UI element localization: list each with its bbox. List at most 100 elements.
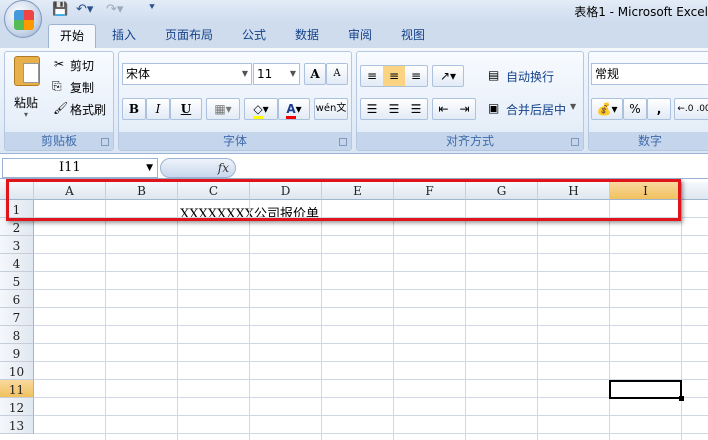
chevron-down-icon[interactable]: ▼ (146, 159, 153, 177)
increase-indent-icon[interactable]: ⇥ (454, 99, 475, 119)
align-left-icon[interactable]: ☰ (361, 99, 383, 119)
merge-center-icon: ▣ (488, 101, 500, 115)
gridline (177, 200, 178, 440)
tab-insert[interactable]: 插入 (112, 26, 136, 43)
font-name-value: 宋体 (126, 67, 151, 81)
selected-cell[interactable] (609, 380, 682, 399)
shrink-font-button[interactable]: A (326, 63, 348, 85)
row-header-7[interactable]: 7 (0, 308, 34, 326)
gridline (34, 253, 708, 254)
number-format-combo[interactable]: 常规 (591, 63, 708, 85)
align-bottom-icon[interactable]: ≡ (405, 66, 427, 86)
copy-button[interactable]: 复制 (70, 79, 94, 96)
font-color-button[interactable]: A▾ (278, 98, 310, 120)
row-header-6[interactable]: 6 (0, 290, 34, 308)
align-middle-icon[interactable]: ≡ (383, 66, 405, 86)
font-size-combo[interactable]: 11 ▼ (253, 63, 300, 85)
fill-bucket-icon: ◇ (253, 102, 263, 119)
fill-color-button[interactable]: ◇▾ (244, 98, 278, 120)
customize-qat-icon[interactable]: ⯆ (148, 2, 156, 13)
row-header-5[interactable]: 5 (0, 272, 34, 290)
highlight-annotation (6, 179, 681, 221)
gridline (34, 433, 708, 434)
underline-button[interactable]: U (170, 98, 202, 120)
clipboard-group-label: 剪贴板 (5, 132, 113, 150)
paste-dropdown-icon[interactable]: ▾ (24, 110, 28, 119)
increase-decimal-button[interactable]: ←.0 .00 (674, 98, 708, 120)
redo-icon[interactable]: ↷▾ (106, 2, 123, 17)
tab-review[interactable]: 审阅 (348, 26, 372, 43)
percent-button[interactable]: % (623, 98, 647, 120)
format-painter-button[interactable]: 格式刷 (70, 101, 106, 118)
orientation-button[interactable]: ↗▾ (432, 65, 464, 87)
font-color-icon: A (286, 102, 296, 119)
italic-button[interactable]: I (146, 98, 170, 120)
gridline (105, 200, 106, 440)
merge-center-button[interactable]: 合并后居中 (506, 101, 566, 118)
orientation-icon: ↗▾ (439, 69, 457, 83)
paste-icon[interactable] (14, 56, 40, 86)
gridline (34, 325, 708, 326)
cut-icon: ✂ (54, 57, 65, 71)
row-header-11[interactable]: 11 (0, 380, 34, 398)
row-header-12[interactable]: 12 (0, 398, 34, 416)
dialog-launcher-icon[interactable]: . (101, 138, 109, 146)
gridline (537, 200, 538, 440)
grow-font-button[interactable]: A (304, 63, 326, 85)
row-header-9[interactable]: 9 (0, 344, 34, 362)
row-header-8[interactable]: 8 (0, 326, 34, 344)
gridline (34, 289, 708, 290)
decrease-indent-icon[interactable]: ⇤ (433, 99, 454, 119)
borders-button[interactable]: ▦▾ (206, 98, 240, 120)
comma-style-button[interactable]: , (647, 98, 671, 120)
gridline (34, 343, 708, 344)
fill-handle[interactable] (679, 396, 684, 401)
align-center-icon[interactable]: ☰ (383, 99, 405, 119)
currency-icon: 💰▾ (596, 102, 618, 116)
phonetic-button[interactable]: wén文 (314, 98, 348, 120)
font-name-combo[interactable]: 宋体 ▼ (122, 63, 252, 85)
gridline (34, 397, 708, 398)
chevron-down-icon: ▼ (289, 69, 296, 78)
tab-data[interactable]: 数据 (295, 26, 319, 43)
tab-page-layout[interactable]: 页面布局 (165, 26, 213, 43)
window-title: 表格1 - Microsoft Excel (574, 5, 708, 19)
gridline (393, 200, 394, 440)
undo-icon[interactable]: ↶▾ (76, 2, 93, 17)
copy-icon: ⎘ (52, 79, 62, 93)
gridline (321, 200, 322, 440)
name-box[interactable]: I11 ▼ (2, 158, 158, 178)
dialog-launcher-icon[interactable]: . (339, 138, 347, 146)
align-right-icon[interactable]: ☰ (405, 99, 427, 119)
gridline (34, 271, 708, 272)
chevron-down-icon[interactable]: ▼ (570, 102, 576, 111)
insert-function-button[interactable]: fx (160, 158, 236, 178)
tab-formulas[interactable]: 公式 (242, 26, 266, 43)
wrap-text-button[interactable]: 自动换行 (506, 68, 554, 85)
number-group-label: 数字 (589, 132, 708, 150)
borders-icon: ▦▾ (214, 102, 232, 116)
column-header[interactable] (682, 182, 708, 200)
horizontal-align-buttons: ☰ ☰ ☰ (360, 98, 428, 120)
row-header-4[interactable]: 4 (0, 254, 34, 272)
dialog-launcher-icon[interactable]: . (571, 138, 579, 146)
row-header-10[interactable]: 10 (0, 362, 34, 380)
cut-button[interactable]: 剪切 (70, 57, 94, 74)
office-logo-icon (14, 10, 34, 30)
save-icon[interactable]: 💾 (52, 2, 68, 17)
accounting-format-button[interactable]: 💰▾ (591, 98, 623, 120)
bold-button[interactable]: B (122, 98, 146, 120)
name-box-value: I11 (59, 160, 81, 175)
row-header-3[interactable]: 3 (0, 236, 34, 254)
row-header-13[interactable]: 13 (0, 416, 34, 434)
gridline (465, 200, 466, 440)
gridline (34, 379, 708, 380)
office-button[interactable] (4, 0, 42, 38)
tab-home[interactable]: 开始 (48, 24, 96, 50)
align-top-icon[interactable]: ≡ (361, 66, 383, 86)
chevron-down-icon: ▼ (241, 69, 248, 78)
formula-input[interactable] (238, 158, 708, 178)
paste-button[interactable]: 粘贴 (14, 94, 38, 111)
gridline (34, 361, 708, 362)
tab-view[interactable]: 视图 (401, 26, 425, 43)
